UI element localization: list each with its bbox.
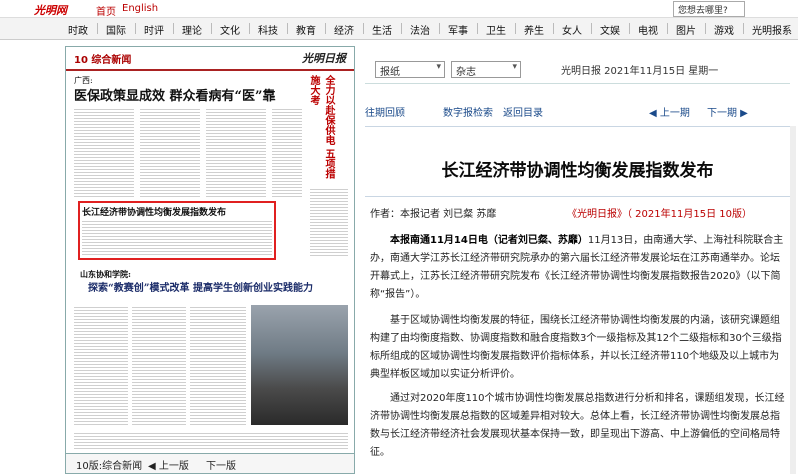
newspaper-brand: 光明日报 [302,52,346,65]
prev-issue-button[interactable]: ◀ 上一期 [649,104,690,119]
article-title: 长江经济带协调性均衡发展指数发布 [441,161,714,181]
nav-item[interactable]: 教育 [296,22,316,37]
nav-item[interactable]: 游戏 [714,22,734,37]
nav-item[interactable]: 法治 [410,22,430,37]
nav-item[interactable]: 女人 [562,22,582,37]
nav-item[interactable]: 电视 [638,22,658,37]
nav-separator [743,23,744,34]
page-label: 10版:综合新闻 [76,461,143,472]
paper-select-value: 报纸 [380,67,400,78]
article-author: 作者：本报记者 刘已粲 苏靡 [370,209,497,220]
article-paragraph-1: 本报南通11月14日电（记者刘已粲、苏靡）11月13日，由南通大学、上海社科院联… [370,232,785,304]
next-issue-button[interactable]: 下一期 ▶ [707,104,748,119]
prev-page-label: 上一版 [158,461,189,472]
text-column [132,305,186,425]
nav-separator [553,23,554,34]
site-search-input[interactable]: 您想去哪里? [673,1,745,17]
nav-separator [705,23,706,34]
next-issue-label: 下一期 [707,108,737,119]
text-column [190,305,246,425]
nav-item[interactable]: 卫生 [486,22,506,37]
text-column [74,431,348,451]
issue-date: 光明日报 2021年11月15日 星期一 [561,66,719,77]
nav-item[interactable]: 养生 [524,22,544,37]
sub-headline[interactable]: 探索“教赛创”模式改革 提高学生创新创业实践能力 [88,279,313,294]
paper-select[interactable]: 报纸 ▾ [375,61,445,78]
prev-issue-label: 上一期 [659,108,690,119]
divider [365,196,790,197]
scrollbar[interactable] [790,126,796,474]
next-page-button[interactable]: 下一版 [206,457,236,472]
article-paragraph-3: 通过对2020年度110个城市协调性均衡发展总指数进行分析和排名，课题组发现，长… [370,393,785,458]
search-link[interactable]: 数字报检索 [443,104,493,119]
chevron-down-icon: ▾ [512,62,517,72]
nav-separator [363,23,364,34]
nav-item[interactable]: 国际 [106,22,126,37]
nav-separator [401,23,402,34]
reader-toolbar: 报纸 ▾ 杂志 ▾ 光明日报 2021年11月15日 星期一 [365,58,790,84]
article-paragraph-2: 基于区域协调性均衡发展的特征，围绕长江经济带协调性均衡发展的内涵，该研究课题组构… [370,315,782,380]
page-header: 10 综合新闻 光明日报 [66,47,354,71]
text-column [74,305,128,425]
chevron-down-icon: ▾ [436,62,441,72]
archive-link[interactable]: 往期回顾 [365,104,405,119]
nav-item[interactable]: 图片 [676,22,696,37]
page-headline[interactable]: 医保政策显成效 群众看病有“医”靠 [74,85,275,104]
next-page-label: 下一版 [206,461,236,472]
page-vertical-headline[interactable]: 全力以赴保供电 五项措施大考 [306,75,336,185]
main-nav: 时政 国际 时评 理论 文化 科技 教育 经济 生活 法治 军事 卫生 养生 女人 文娱 电视 图片 游戏 光明报系… [0,18,798,40]
nav-item[interactable]: 文娱 [600,22,620,37]
article-lead: 本报南通11月14日电（记者刘已粲、苏靡） [390,235,588,246]
nav-item[interactable]: 文化 [220,22,240,37]
magazine-select[interactable]: 杂志 ▾ [451,61,521,78]
selected-article-highlight[interactable] [78,201,276,260]
prev-page-button[interactable]: ◀ 上一版 [148,457,189,472]
nav-separator [515,23,516,34]
text-column [74,107,134,197]
text-column [206,107,266,197]
text-column [310,187,348,257]
nav-separator [135,23,136,34]
top-bar: 光明网 首页 English 您想去哪里? [0,0,798,18]
news-photo [251,305,348,425]
nav-item[interactable]: 生活 [372,22,392,37]
nav-separator [591,23,592,34]
nav-separator [97,23,98,34]
nav-separator [287,23,288,34]
nav-separator [439,23,440,34]
site-logo[interactable]: 光明网 [34,2,67,18]
text-column [140,107,200,197]
newspaper-page-thumbnail[interactable]: 10 综合新闻 光明日报 广西: 医保政策显成效 群众看病有“医”靠 全力以赴保… [65,46,355,454]
reader-nav: 往期回顾 数字报检索 返回目录 ◀ 上一期 下一期 ▶ [365,104,790,124]
nav-item[interactable]: 理论 [182,22,202,37]
nav-separator [667,23,668,34]
magazine-select-value: 杂志 [456,67,476,78]
nav-separator [325,23,326,34]
article-source: 《光明日报》（ 2021年11月15日 10版） [567,209,752,220]
nav-separator [173,23,174,34]
nav-separator [249,23,250,34]
nav-separator [477,23,478,34]
english-link[interactable]: English [122,3,158,14]
nav-item[interactable]: 科技 [258,22,278,37]
text-column [272,107,302,197]
home-link[interactable]: 首页 [96,3,116,18]
page-footer: 10版:综合新闻 ◀ 上一版 下一版 [65,454,355,474]
back-to-index-link[interactable]: 返回目录 [503,104,543,119]
nav-item[interactable]: 军事 [448,22,468,37]
nav-separator [629,23,630,34]
divider [365,126,790,127]
nav-item[interactable]: 时评 [144,22,164,37]
nav-item[interactable]: 光明报系 [752,22,792,37]
nav-item[interactable]: 时政 [68,22,88,37]
page-section-label: 10 综合新闻 [74,55,132,66]
nav-item[interactable]: 经济 [334,22,354,37]
nav-separator [211,23,212,34]
